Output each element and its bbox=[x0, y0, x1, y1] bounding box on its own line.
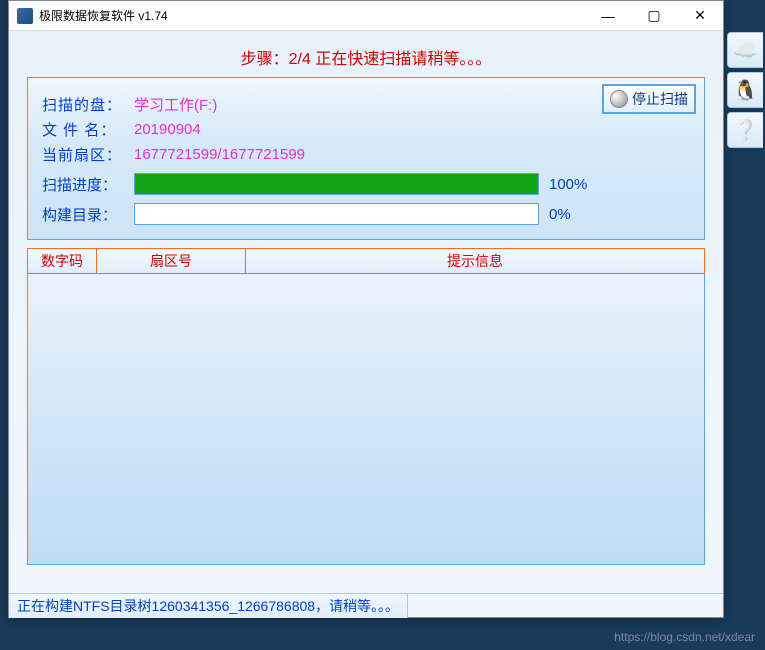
col-code[interactable]: 数字码 bbox=[27, 248, 97, 274]
scan-progress-fill bbox=[135, 174, 538, 194]
sector-value: 1677721599/1677721599 bbox=[134, 146, 305, 163]
maximize-button[interactable]: ▢ bbox=[631, 1, 677, 31]
watermark: https://blog.csdn.net/xdear bbox=[614, 630, 755, 644]
dock-cloud-icon[interactable]: ☁️ bbox=[727, 32, 763, 68]
status-text: 正在构建NTFS目录树1260341356_1266786808，请稍等。。。 bbox=[9, 594, 408, 618]
app-window: 极限数据恢复软件 v1.74 — ▢ ✕ 步骤：2/4 正在快速扫描请稍等。。。… bbox=[8, 0, 724, 618]
window-title: 极限数据恢复软件 v1.74 bbox=[39, 7, 585, 24]
result-table: 数字码 扇区号 提示信息 bbox=[27, 248, 705, 565]
client-area: 步骤：2/4 正在快速扫描请稍等。。。 停止扫描 扫描的盘： 学习工作(F:) … bbox=[9, 31, 723, 617]
step-banner: 步骤：2/4 正在快速扫描请稍等。。。 bbox=[9, 31, 723, 77]
dock-qq-icon[interactable]: 🐧 bbox=[727, 72, 763, 108]
statusbar: 正在构建NTFS目录树1260341356_1266786808，请稍等。。。 bbox=[9, 593, 723, 617]
scan-progress-bar bbox=[134, 173, 539, 195]
sector-label: 当前扇区： bbox=[42, 144, 134, 165]
build-progress-bar bbox=[134, 203, 539, 225]
app-icon bbox=[17, 8, 33, 24]
stop-icon bbox=[610, 90, 628, 108]
table-body[interactable] bbox=[27, 273, 705, 565]
dock-help-icon[interactable]: ❔ bbox=[727, 112, 763, 148]
build-progress-label: 构建目录： bbox=[42, 204, 134, 225]
titlebar[interactable]: 极限数据恢复软件 v1.74 — ▢ ✕ bbox=[9, 1, 723, 31]
stop-scan-button[interactable]: 停止扫描 bbox=[602, 84, 696, 114]
col-hint[interactable]: 提示信息 bbox=[245, 248, 705, 274]
scan-progress-pct: 100% bbox=[549, 176, 587, 193]
table-header: 数字码 扇区号 提示信息 bbox=[27, 248, 705, 274]
col-sector[interactable]: 扇区号 bbox=[96, 248, 246, 274]
scan-progress-label: 扫描进度： bbox=[42, 174, 134, 195]
minimize-button[interactable]: — bbox=[585, 1, 631, 31]
window-controls: — ▢ ✕ bbox=[585, 1, 723, 31]
row-disk: 扫描的盘： 学习工作(F:) bbox=[42, 94, 690, 115]
file-label: 文 件 名： bbox=[42, 119, 134, 140]
disk-label: 扫描的盘： bbox=[42, 94, 134, 115]
row-scan-progress: 扫描进度： 100% bbox=[42, 173, 690, 195]
scan-panel: 停止扫描 扫描的盘： 学习工作(F:) 文 件 名： 20190904 当前扇区… bbox=[27, 77, 705, 240]
row-build-progress: 构建目录： 0% bbox=[42, 203, 690, 225]
stop-scan-label: 停止扫描 bbox=[632, 89, 688, 109]
sidebar-dock: ☁️ 🐧 ❔ bbox=[727, 32, 765, 148]
close-button[interactable]: ✕ bbox=[677, 1, 723, 31]
disk-value: 学习工作(F:) bbox=[134, 94, 217, 115]
build-progress-pct: 0% bbox=[549, 206, 571, 223]
file-value: 20190904 bbox=[134, 121, 201, 138]
row-sector: 当前扇区： 1677721599/1677721599 bbox=[42, 144, 690, 165]
row-file: 文 件 名： 20190904 bbox=[42, 119, 690, 140]
